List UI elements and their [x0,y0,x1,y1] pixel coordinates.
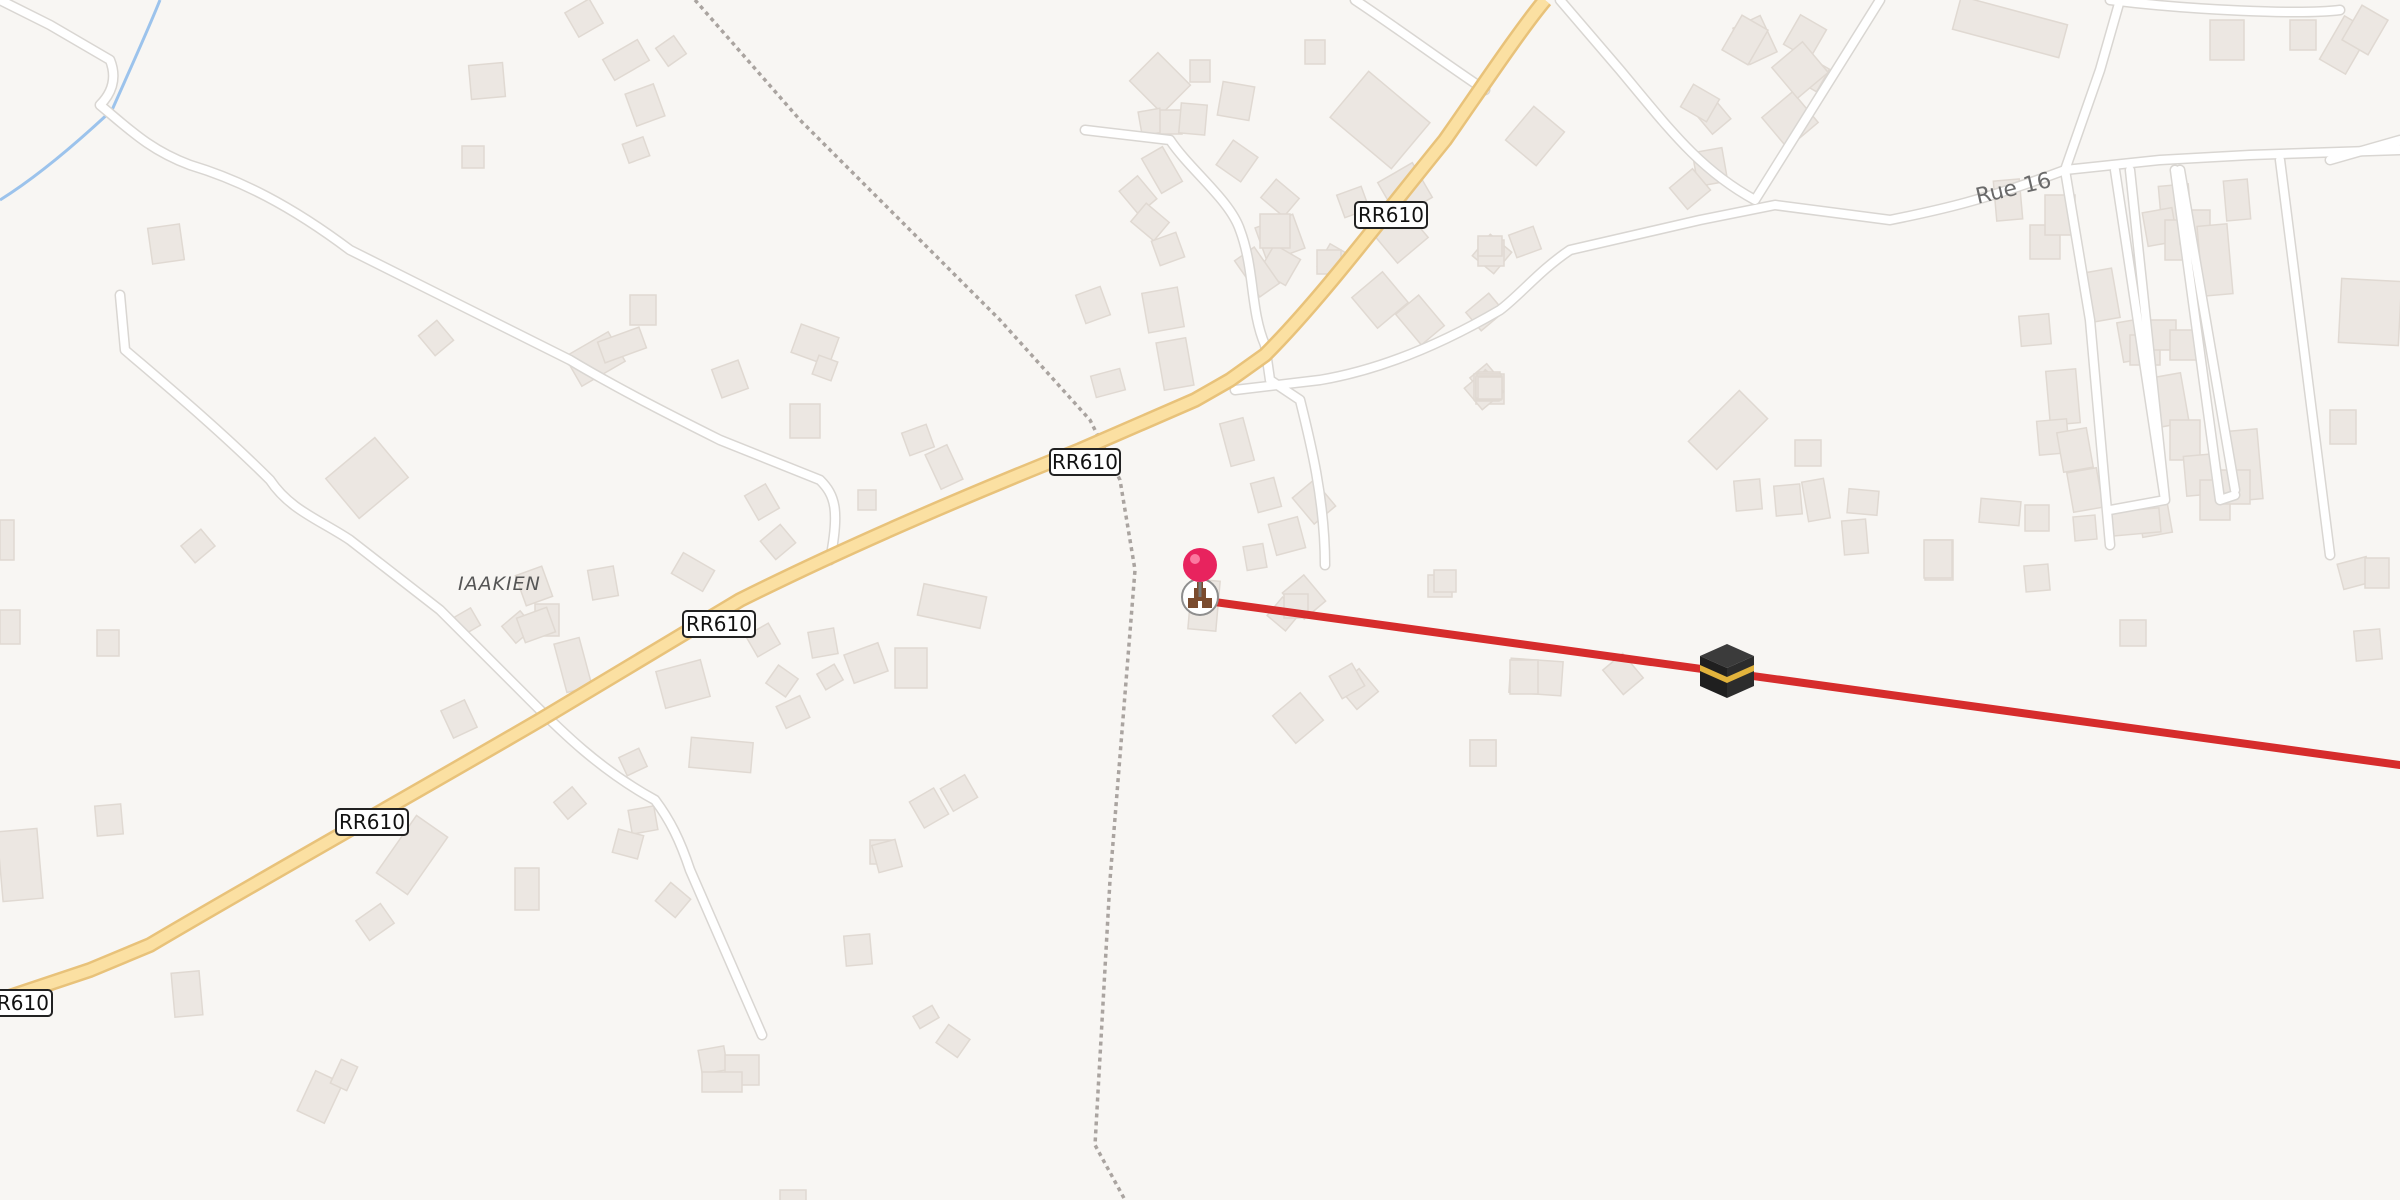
road-shield-rr610-2: RR610 [1049,448,1121,476]
road-shield-label: RR610 [686,612,752,636]
road-shield-rr610-1: RR610 [1354,201,1428,229]
road-shield-rr610-5: RR610 [0,989,53,1017]
road-shield-label: RR610 [0,991,49,1015]
road-shield-rr610-4: RR610 [335,808,409,836]
map-canvas[interactable]: RR610 RR610 RR610 RR610 RR610 Rue 16 IAA… [0,0,2400,1200]
road-shield-rr610-3: RR610 [682,610,756,638]
road-shield-label: RR610 [1052,450,1118,474]
place-label-iaakien: IAAKIEN [458,573,541,595]
road-shield-label: RR610 [339,810,405,834]
road-shield-label: RR610 [1358,203,1424,227]
